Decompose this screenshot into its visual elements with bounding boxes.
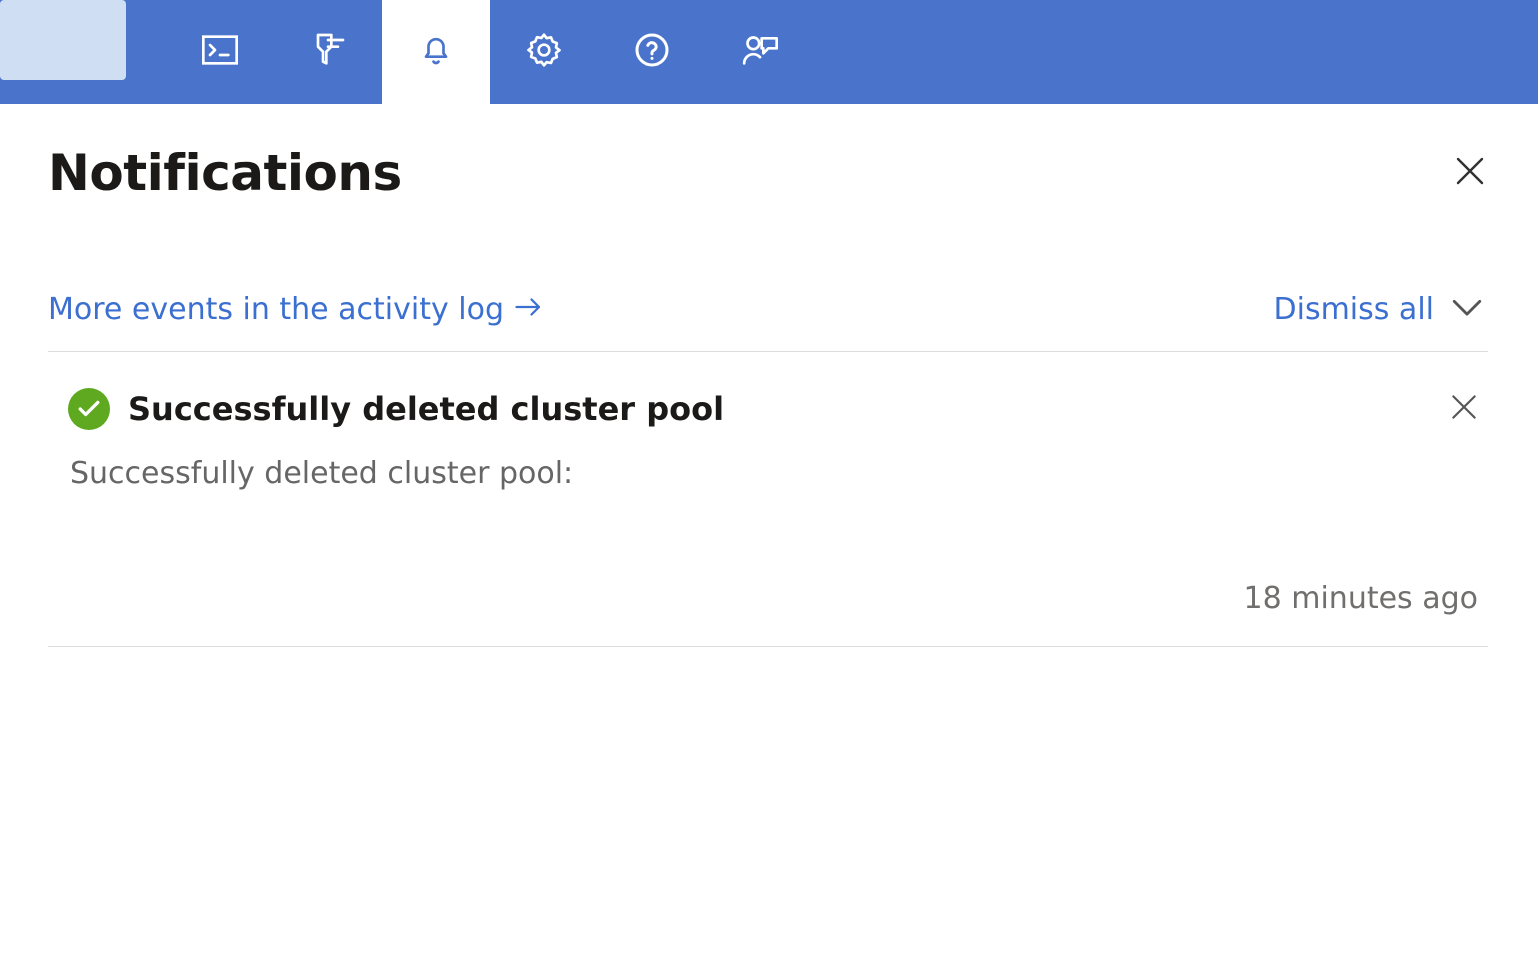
notifications-panel: Notifications More events in the activit…: [0, 104, 1538, 647]
notifications-button[interactable]: [382, 0, 490, 104]
help-icon: [632, 30, 672, 74]
dismiss-all-group: Dismiss all: [1274, 292, 1484, 327]
feedback-button[interactable]: [706, 0, 814, 104]
panel-title: Notifications: [48, 144, 402, 202]
cloud-shell-icon: [200, 30, 240, 74]
more-events-label: More events in the activity log: [48, 292, 504, 327]
notification-title: Successfully deleted cluster pool: [128, 390, 1430, 428]
arrow-right-icon: [514, 292, 544, 327]
panel-header: Notifications: [48, 144, 1488, 202]
top-bar: [0, 0, 1538, 104]
filter-icon: [308, 30, 348, 74]
help-button[interactable]: [598, 0, 706, 104]
bell-icon: [416, 30, 456, 74]
filter-button[interactable]: [274, 0, 382, 104]
settings-button[interactable]: [490, 0, 598, 104]
notification-time: 18 minutes ago: [68, 581, 1480, 616]
close-icon: [1448, 408, 1480, 427]
chevron-down-icon: [1450, 292, 1484, 327]
expand-all-button[interactable]: [1450, 292, 1484, 327]
notification-header: Successfully deleted cluster pool: [68, 388, 1480, 430]
top-icons: [166, 0, 814, 104]
action-row: More events in the activity log Dismiss …: [48, 292, 1488, 352]
cloud-shell-button[interactable]: [166, 0, 274, 104]
close-panel-button[interactable]: [1452, 153, 1488, 193]
feedback-icon: [740, 30, 780, 74]
dismiss-all-button[interactable]: Dismiss all: [1274, 292, 1434, 327]
more-events-link[interactable]: More events in the activity log: [48, 292, 544, 327]
notification-body: Successfully deleted cluster pool:: [70, 456, 1480, 491]
dismiss-notification-button[interactable]: [1448, 391, 1480, 427]
notification-item: Successfully deleted cluster pool Succes…: [48, 352, 1488, 647]
gear-icon: [524, 30, 564, 74]
search-input[interactable]: [0, 0, 126, 80]
close-icon: [1452, 174, 1488, 193]
status-success-icon: [68, 388, 110, 430]
